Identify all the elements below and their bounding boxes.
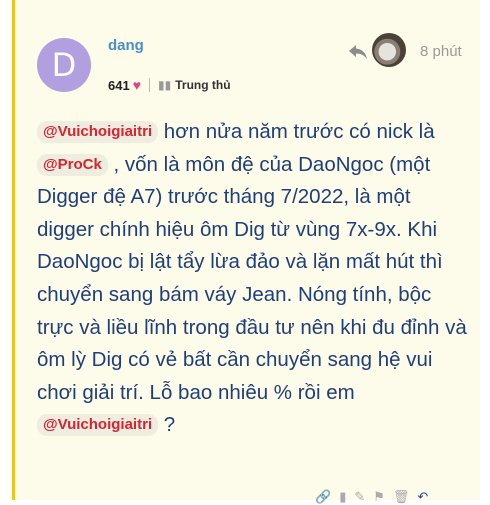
- trophy-icon: ▮▮: [158, 78, 172, 92]
- reply-icon[interactable]: ↶: [417, 490, 428, 505]
- reply-to-avatar[interactable]: [372, 33, 406, 67]
- flag-icon[interactable]: ⚑: [373, 490, 385, 505]
- post-card: D dang 641 ♥ ▮▮ Trung thủ 8 phút @Vuicho…: [12, 0, 480, 505]
- trash-icon[interactable]: 🗑: [393, 490, 410, 505]
- user-avatar[interactable]: D: [37, 38, 91, 92]
- user-badge[interactable]: Trung thủ: [175, 78, 230, 92]
- post-timestamp[interactable]: 8 phút: [420, 43, 462, 60]
- meta-divider: [149, 78, 151, 92]
- body-text-segment: ?: [158, 413, 176, 437]
- user-meta: 641 ♥ ▮▮ Trung thủ: [108, 76, 231, 94]
- username-link[interactable]: dang: [108, 37, 144, 54]
- post-actions: 🔗 ▮ ✎ ⚑ 🗑 ↶: [315, 490, 428, 505]
- body-text-segment: hơn nửa năm trước có nick là: [158, 120, 435, 143]
- post-body: @Vuichoigiaitri hơn nửa năm trước có nic…: [37, 116, 467, 442]
- reply-arrow-icon[interactable]: [348, 44, 368, 60]
- edit-icon[interactable]: ✎: [354, 490, 365, 505]
- link-icon[interactable]: 🔗: [315, 490, 331, 505]
- mention-link[interactable]: @Vuichoigiaitri: [37, 121, 159, 143]
- bookmark-icon[interactable]: ▮: [339, 490, 346, 505]
- likes-count: 641: [108, 77, 130, 93]
- mention-link[interactable]: @ProCk: [37, 153, 108, 176]
- body-text-segment: , vốn là môn đệ của DaoNgoc (một Digger …: [37, 152, 467, 404]
- heart-icon: ♥: [132, 77, 142, 93]
- mention-link[interactable]: @Vuichoigiaitri: [37, 414, 159, 437]
